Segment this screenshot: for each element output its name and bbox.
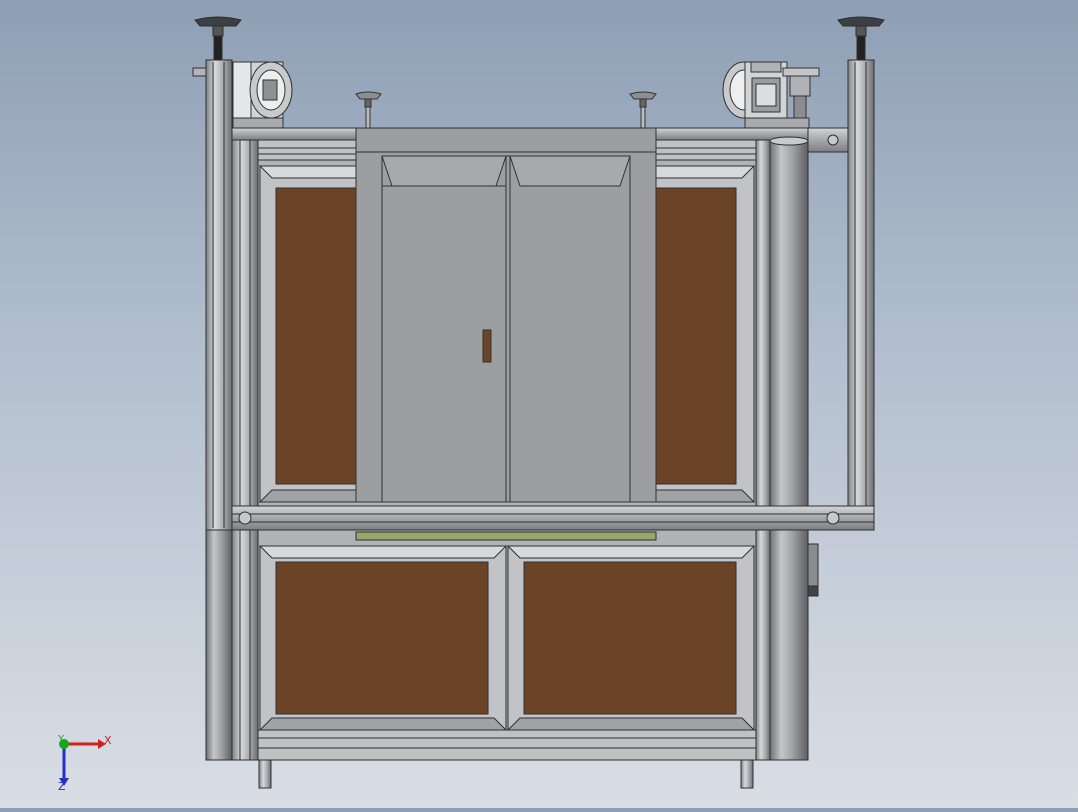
coordinate-triad: X Y Z	[57, 734, 112, 793]
bottom-legs	[258, 759, 754, 789]
cad-viewport[interactable]: X Y Z	[0, 0, 1078, 808]
top-left-foot	[194, 16, 242, 63]
top-right-foot	[837, 16, 885, 63]
side-switch-box	[807, 543, 819, 597]
caster-left	[232, 61, 293, 129]
small-foot-left	[355, 91, 382, 130]
y-axis-label: Y	[57, 734, 65, 745]
x-axis-label: X	[104, 734, 112, 747]
post-right	[847, 59, 875, 531]
sliding-glass-window	[355, 127, 657, 503]
z-axis-label: Z	[58, 780, 66, 793]
post-left	[192, 59, 233, 761]
cabinet-model: X Y Z	[57, 16, 885, 793]
small-foot-right	[629, 91, 657, 130]
lower-right-door	[506, 545, 756, 731]
lower-left-door	[258, 545, 508, 731]
caster-right	[722, 61, 820, 129]
